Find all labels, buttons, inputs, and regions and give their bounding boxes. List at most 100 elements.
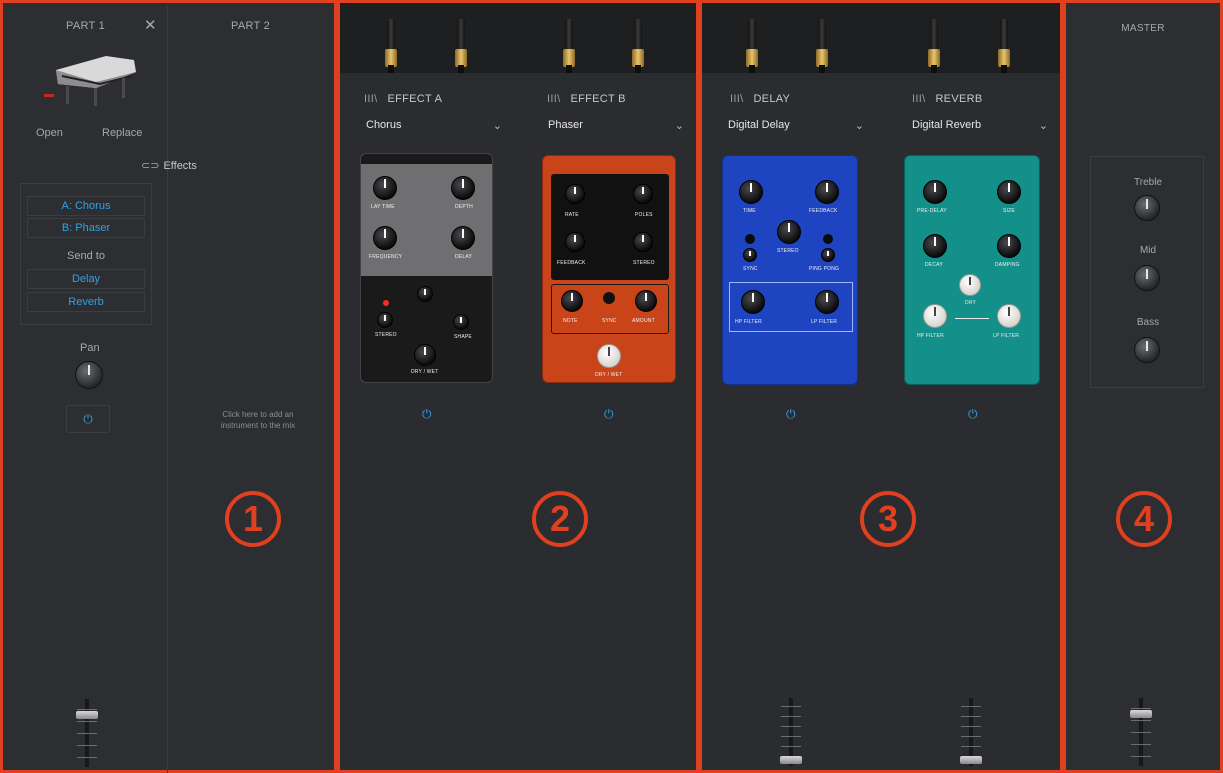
chorus-knob-3[interactable] bbox=[373, 226, 397, 250]
chevron-down-icon: ⌄ bbox=[1038, 120, 1048, 132]
phaser-knob-3[interactable] bbox=[565, 232, 585, 252]
chorus-knob-2-label: DEPTH bbox=[455, 204, 473, 210]
chevron-down-icon: ⌄ bbox=[674, 120, 684, 132]
delay-sync-switch[interactable] bbox=[743, 248, 757, 262]
reverb-predelay-knob[interactable] bbox=[923, 180, 947, 204]
reverb-hp-label: HP FILTER bbox=[917, 333, 944, 339]
chorus-knob-4-label: DELAY bbox=[455, 254, 473, 260]
chorus-mode-knob[interactable] bbox=[417, 286, 433, 302]
zone-number-1: 1 bbox=[225, 491, 281, 547]
effect-b-select[interactable]: Phaser ⌄ bbox=[548, 119, 688, 137]
chorus-stereo-knob[interactable] bbox=[377, 312, 393, 328]
send-delay-item[interactable]: Delay bbox=[27, 269, 145, 289]
phaser-knob-1-label: RATE bbox=[565, 212, 579, 218]
reverb-predelay-label: PRE-DELAY bbox=[917, 208, 947, 214]
phaser-knob-1[interactable] bbox=[565, 184, 585, 204]
close-icon[interactable]: ✕ bbox=[144, 16, 157, 34]
reverb-hp-knob[interactable] bbox=[923, 304, 947, 328]
replace-button[interactable]: Replace bbox=[102, 127, 142, 139]
delay-time-knob[interactable] bbox=[739, 180, 763, 204]
zone-number-4: 4 bbox=[1116, 491, 1172, 547]
part2-title: PART 2 bbox=[231, 20, 271, 32]
mid-label: Mid bbox=[1139, 245, 1157, 256]
mid-knob[interactable] bbox=[1134, 265, 1160, 291]
delay-sync-label: SYNC bbox=[743, 266, 758, 272]
chorus-led bbox=[383, 300, 389, 306]
delay-hp-knob[interactable] bbox=[741, 290, 765, 314]
delay-led-1 bbox=[745, 234, 755, 244]
part1-power-icon[interactable]: ⏻ bbox=[66, 405, 110, 433]
reverb-decay-knob[interactable] bbox=[923, 234, 947, 258]
phaser-drywet-label: DRY / WET bbox=[595, 372, 623, 378]
delay-power-icon[interactable]: ⏻ bbox=[786, 407, 796, 422]
chorus-pedal[interactable]: LAY TIME DEPTH FREQUENCY DELAY STEREO SH… bbox=[360, 153, 493, 383]
parts-zone: PART 1 ✕ Open Replace ⊂⊃ Effects A: Choru… bbox=[0, 0, 337, 773]
jack-icon bbox=[998, 19, 1010, 73]
phaser-knob-4[interactable] bbox=[633, 232, 653, 252]
link-icon: ⊂⊃ bbox=[141, 160, 160, 172]
reverb-dry-knob[interactable] bbox=[959, 274, 981, 296]
phaser-knob-2-label: POLES bbox=[635, 212, 653, 218]
chorus-knob-4[interactable] bbox=[451, 226, 475, 250]
slot-grip-icon: III\ bbox=[912, 93, 926, 105]
cable-strip bbox=[702, 3, 1060, 73]
effect-a-select[interactable]: Chorus ⌄ bbox=[366, 119, 506, 137]
phaser-knob-2[interactable] bbox=[633, 184, 653, 204]
phaser-knob-6-label: SYNC bbox=[602, 318, 617, 324]
send-to-label: Send to bbox=[67, 250, 105, 262]
delay-lp-knob[interactable] bbox=[815, 290, 839, 314]
treble-knob[interactable] bbox=[1134, 195, 1160, 221]
fx-a-item[interactable]: A: Chorus bbox=[27, 196, 145, 216]
chorus-shape-knob[interactable] bbox=[453, 314, 469, 330]
reverb-power-icon[interactable]: ⏻ bbox=[968, 407, 978, 422]
jack-icon bbox=[928, 19, 940, 73]
insert-effects-zone: III\ EFFECT A Chorus ⌄ III\ EFFECT B Phase… bbox=[337, 0, 699, 773]
add-instrument-hint[interactable]: Click here to add an instrument to the m… bbox=[208, 409, 308, 431]
effect-b-power-icon[interactable]: ⏻ bbox=[604, 407, 614, 422]
delay-time-label: TIME bbox=[743, 208, 756, 214]
reverb-damping-label: DAMPING bbox=[995, 262, 1020, 268]
send-reverb-item[interactable]: Reverb bbox=[27, 292, 145, 312]
master-eq-panel: Treble Mid Bass bbox=[1090, 156, 1204, 388]
reverb-lp-label: LP FILTER bbox=[993, 333, 1020, 339]
phaser-knob-7-label: AMOUNT bbox=[632, 318, 655, 324]
open-button[interactable]: Open bbox=[36, 127, 63, 139]
reverb-damping-knob[interactable] bbox=[997, 234, 1021, 258]
delay-feedback-knob[interactable] bbox=[815, 180, 839, 204]
bass-knob[interactable] bbox=[1134, 337, 1160, 363]
delay-return-fader[interactable] bbox=[778, 698, 804, 766]
chorus-drywet-knob[interactable] bbox=[414, 344, 436, 366]
reverb-pedal[interactable]: PRE-DELAY SIZE DECAY DAMPING DRY HP FILT… bbox=[904, 155, 1040, 385]
chorus-knob-2[interactable] bbox=[451, 176, 475, 200]
effect-a-power-icon[interactable]: ⏻ bbox=[422, 407, 432, 422]
jack-icon bbox=[816, 19, 828, 73]
chorus-drywet-label: DRY / WET bbox=[411, 369, 439, 375]
chevron-down-icon: ⌄ bbox=[492, 120, 502, 132]
part1-column: PART 1 ✕ Open Replace ⊂⊃ Effects A: Choru… bbox=[6, 6, 197, 773]
phaser-pedal[interactable]: RATE POLES FEEDBACK STEREO NOTE SYNC AMO… bbox=[542, 155, 676, 383]
chorus-knob-1-label: LAY TIME bbox=[371, 204, 395, 210]
reverb-return-fader[interactable] bbox=[958, 698, 984, 766]
reverb-size-knob[interactable] bbox=[997, 180, 1021, 204]
phaser-sync-switch[interactable] bbox=[603, 292, 615, 304]
zone-number-2: 2 bbox=[532, 491, 588, 547]
reverb-decay-label: DECAY bbox=[925, 262, 943, 268]
fx-b-item[interactable]: B: Phaser bbox=[27, 218, 145, 238]
delay-pedal[interactable]: TIME FEEDBACK STEREO SYNC PING PONG HP F… bbox=[722, 155, 858, 385]
phaser-knob-7[interactable] bbox=[635, 290, 657, 312]
phaser-knob-5[interactable] bbox=[561, 290, 583, 312]
phaser-knob-5-label: NOTE bbox=[563, 318, 578, 324]
pan-knob[interactable] bbox=[75, 361, 103, 389]
treble-label: Treble bbox=[1134, 177, 1162, 188]
delay-pingpong-switch[interactable] bbox=[821, 248, 835, 262]
chorus-knob-1[interactable] bbox=[373, 176, 397, 200]
phaser-drywet-knob[interactable] bbox=[597, 344, 621, 368]
delay-select[interactable]: Digital Delay ⌄ bbox=[728, 119, 868, 137]
part1-volume-fader[interactable] bbox=[74, 699, 100, 767]
part2-column[interactable]: PART 2 Click here to add an instrument t… bbox=[168, 6, 337, 773]
delay-stereo-knob[interactable] bbox=[777, 220, 801, 244]
reverb-select[interactable]: Digital Reverb ⌄ bbox=[912, 119, 1052, 137]
phaser-knob-3-label: FEEDBACK bbox=[557, 260, 586, 266]
master-volume-fader[interactable] bbox=[1128, 698, 1154, 766]
reverb-lp-knob[interactable] bbox=[997, 304, 1021, 328]
